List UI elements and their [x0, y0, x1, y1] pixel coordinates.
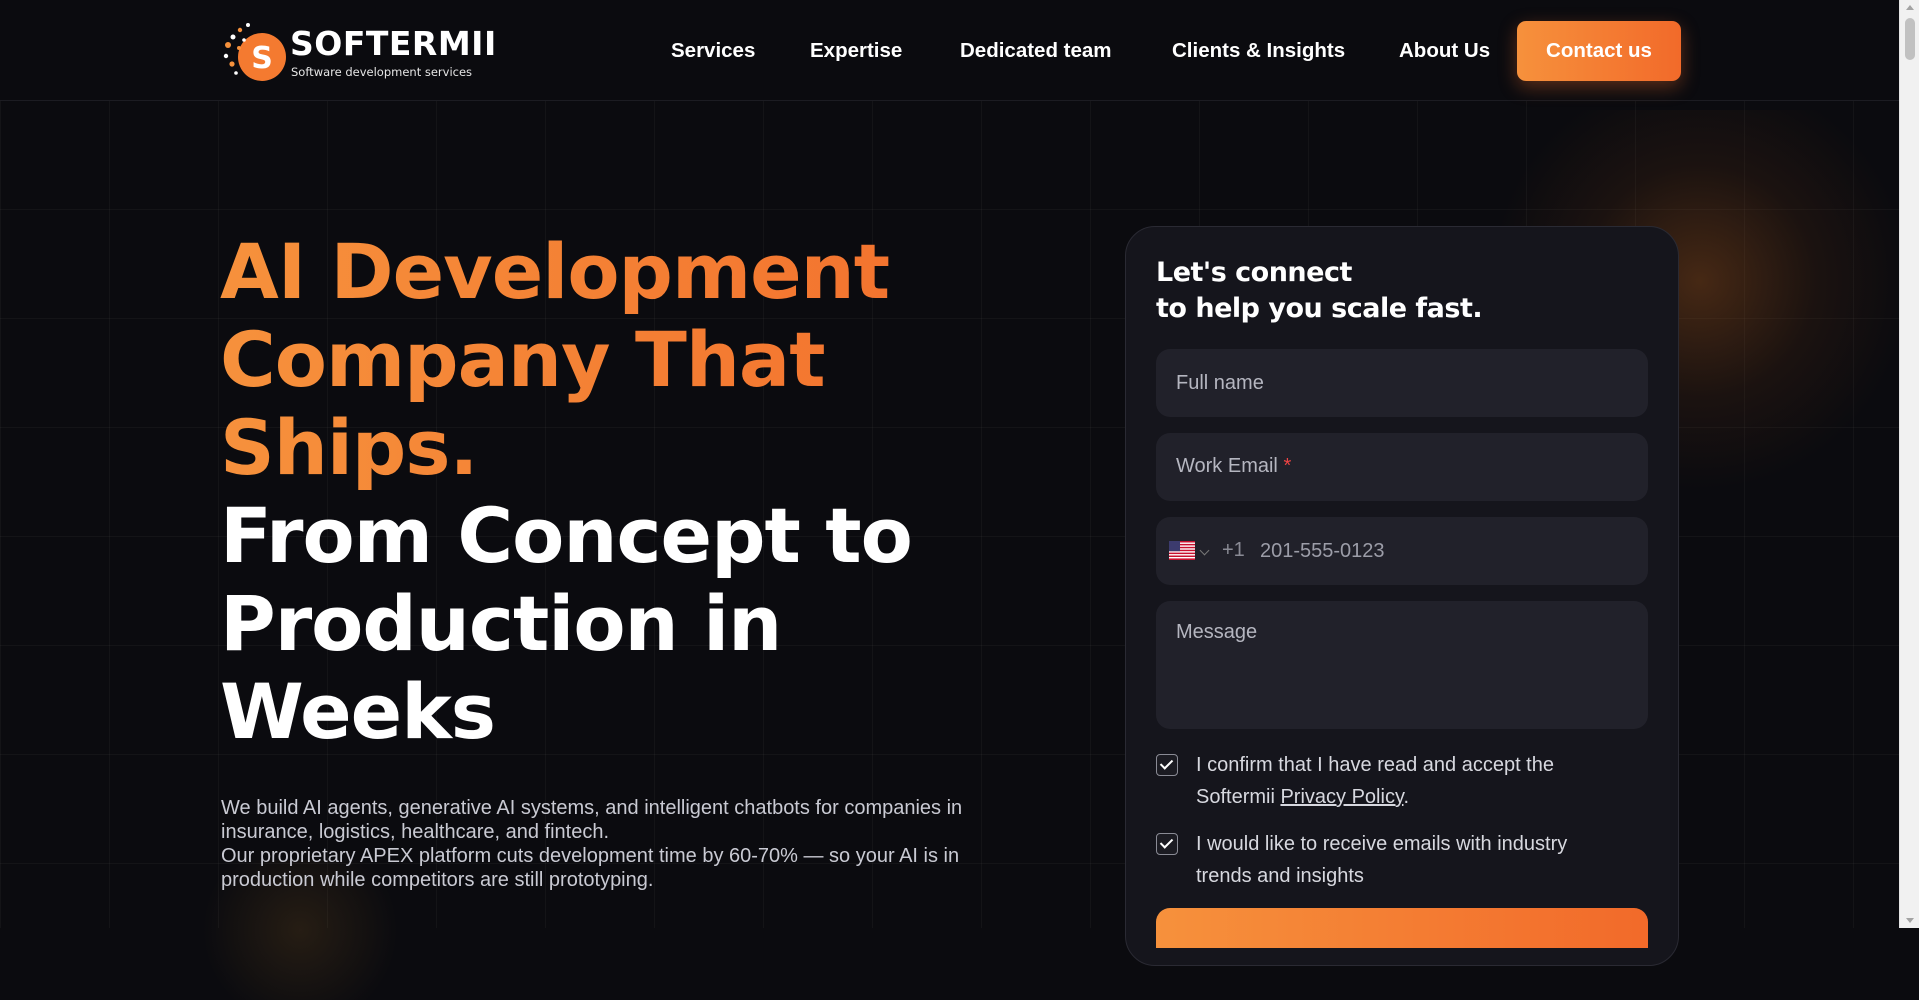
submit-button[interactable]: [1156, 908, 1648, 948]
hero-title: AI Development Company That Ships. From …: [220, 228, 1120, 756]
scrollbar-thumb[interactable]: [1905, 18, 1915, 60]
phone-field: +1: [1156, 517, 1648, 585]
form-title-line: Let's connect: [1156, 257, 1352, 288]
site-header: S SOFTERMII Software development service…: [0, 0, 1900, 101]
privacy-policy-link[interactable]: Privacy Policy: [1280, 786, 1403, 808]
nav-services[interactable]: Services: [671, 39, 755, 63]
full-name-input[interactable]: [1156, 349, 1648, 417]
hero-description-paragraph: We build AI agents, generative AI system…: [221, 797, 963, 843]
logo-wordmark: SOFTERMII: [290, 24, 497, 63]
phone-dial-code: +1: [1222, 539, 1245, 561]
hero-description: We build AI agents, generative AI system…: [221, 796, 1021, 892]
hero-title-line: Ships.: [220, 404, 1120, 492]
phone-input[interactable]: [1254, 517, 1634, 585]
hero-title-line: Weeks: [220, 667, 496, 756]
work-email-input[interactable]: [1156, 433, 1648, 501]
privacy-consent-row: I confirm that I have read and accept th…: [1156, 749, 1648, 813]
logo-mark-icon: S: [223, 23, 286, 81]
chevron-down-icon[interactable]: [1199, 545, 1210, 556]
nav-about-us[interactable]: About Us: [1399, 39, 1490, 63]
logo-link[interactable]: S SOFTERMII Software development service…: [220, 18, 496, 82]
contact-us-button[interactable]: Contact us: [1517, 21, 1681, 81]
hero-title-line: Company That: [220, 316, 1120, 404]
nav-dedicated-team[interactable]: Dedicated team: [960, 39, 1112, 63]
hero-title-line: Production in: [220, 579, 782, 668]
hero-title-line: AI Development: [220, 228, 1120, 316]
hero-description-paragraph: Our proprietary APEX platform cuts devel…: [221, 845, 960, 891]
full-name-field: [1156, 349, 1648, 417]
emails-consent-checkbox[interactable]: [1156, 833, 1178, 855]
message-textarea[interactable]: [1156, 601, 1648, 729]
us-flag-icon[interactable]: [1169, 541, 1195, 560]
privacy-consent-checkbox[interactable]: [1156, 754, 1178, 776]
scroll-down-icon[interactable]: [1906, 918, 1914, 923]
message-field: [1156, 601, 1648, 729]
form-title-line: to help you scale fast.: [1156, 293, 1483, 324]
work-email-field: Work Email *: [1156, 433, 1648, 501]
privacy-consent-text: I confirm that I have read and accept th…: [1196, 754, 1554, 808]
svg-text:S: S: [251, 41, 273, 76]
scroll-up-icon[interactable]: [1906, 5, 1914, 10]
emails-consent-text: I would like to receive emails with indu…: [1196, 833, 1568, 887]
nav-expertise[interactable]: Expertise: [810, 39, 902, 63]
hero-title-line: From Concept to: [220, 491, 913, 580]
scrollbar[interactable]: [1899, 0, 1919, 928]
form-title: Let's connect to help you scale fast.: [1156, 255, 1483, 327]
nav-clients-insights[interactable]: Clients & Insights: [1172, 39, 1345, 63]
emails-consent-row: I would like to receive emails with indu…: [1156, 828, 1648, 892]
logo-tagline: Software development services: [291, 65, 473, 79]
